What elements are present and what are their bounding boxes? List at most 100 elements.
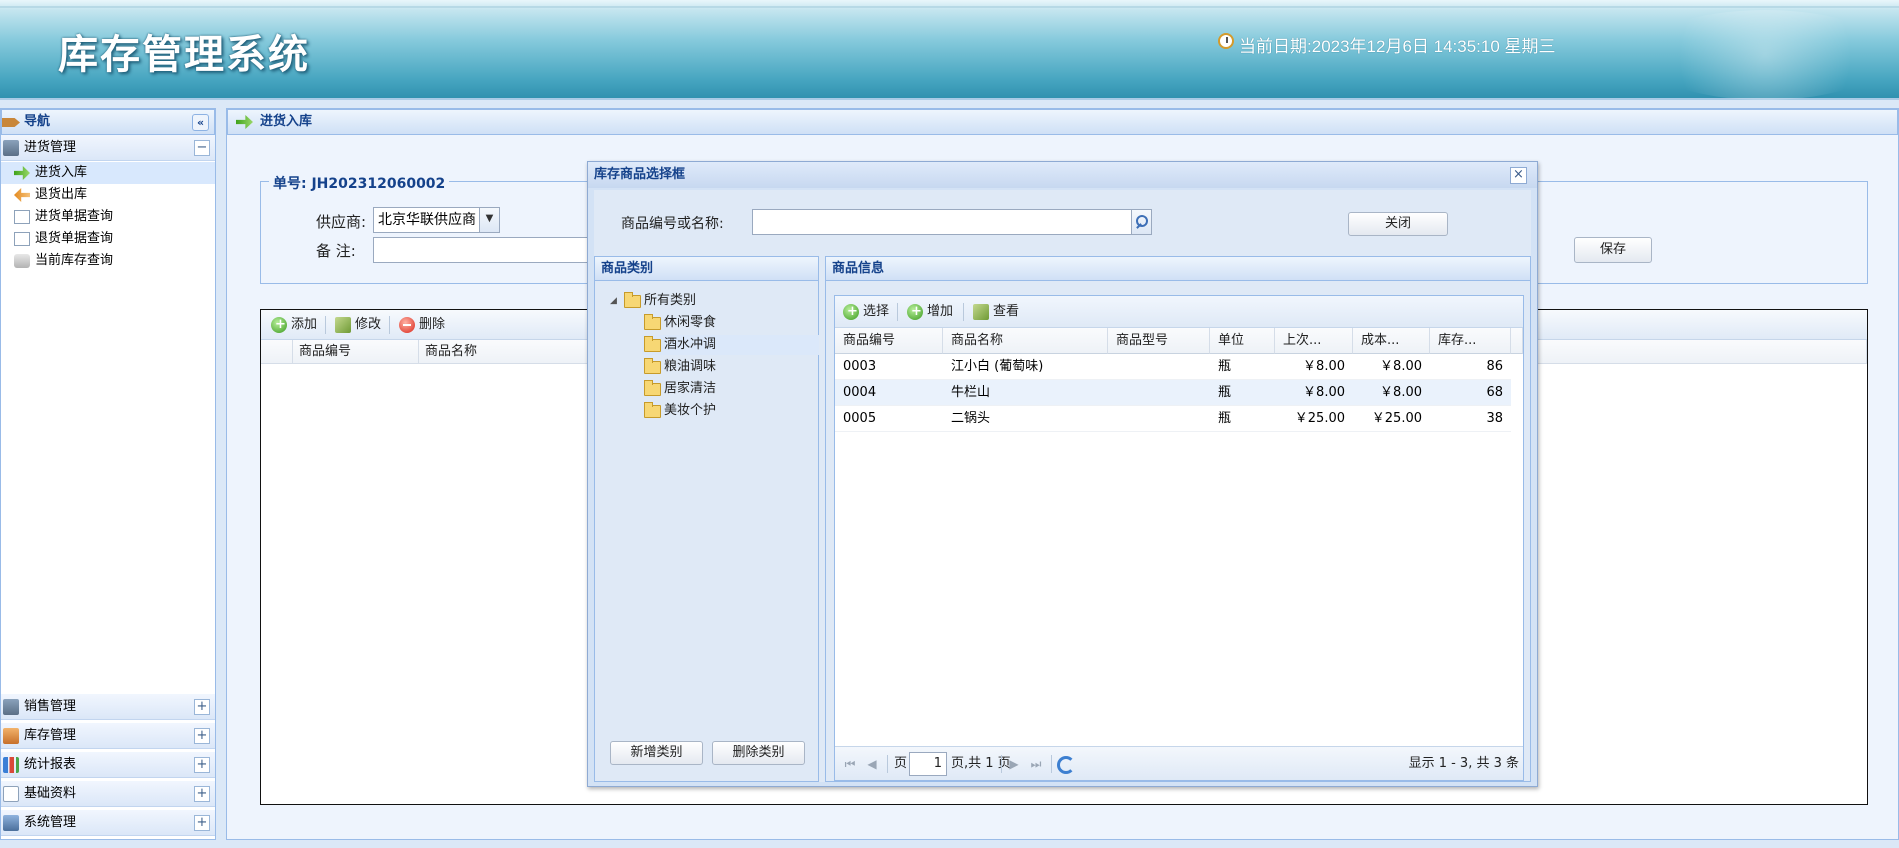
collapse-sidebar-button[interactable]: « xyxy=(192,114,209,131)
supplier-select[interactable]: 北京华联供应商 ▼ xyxy=(373,207,500,233)
column-header[interactable]: 商品型号 xyxy=(1108,328,1210,354)
refresh-icon[interactable] xyxy=(1057,756,1075,774)
dialog-close-button[interactable]: 关闭 xyxy=(1348,212,1448,236)
nav-item-stock-query[interactable]: 当前库存查询 xyxy=(1,250,215,272)
nav-group-purchase[interactable]: 进货管理 − xyxy=(1,135,215,161)
folder-open-icon xyxy=(624,292,641,308)
tree-node-label: 休闲零食 xyxy=(664,315,717,330)
goods-unit: 瓶 xyxy=(1218,385,1232,400)
supplier-value: 北京华联供应商 xyxy=(378,212,476,228)
add-label: 添加 xyxy=(291,317,318,332)
header-filler xyxy=(1511,328,1523,354)
goods-model xyxy=(1108,406,1210,432)
select-button[interactable]: 选择 xyxy=(841,303,889,321)
select-icon xyxy=(843,303,859,321)
app-header: 库存管理系统 当前日期:2023年12月6日 14:35:10 星期三 xyxy=(0,0,1899,100)
column-header[interactable]: 商品编号 xyxy=(835,328,943,354)
delete-icon xyxy=(399,317,415,333)
expand-group-button[interactable]: + xyxy=(194,786,210,802)
nav-group-label: 基础资料 xyxy=(24,786,77,801)
nav-group-sales[interactable]: 销售管理 + xyxy=(1,694,215,720)
column-header[interactable]: 成本... xyxy=(1353,328,1430,354)
sales-icon xyxy=(3,699,19,715)
column-header[interactable]: 商品名称 xyxy=(943,328,1108,354)
nav-group-basic-data[interactable]: 基础资料 + xyxy=(1,781,215,807)
tree-node-category[interactable]: 休闲零食 xyxy=(642,313,716,333)
goods-name: 牛栏山 xyxy=(951,385,991,400)
delete-button[interactable]: 删除 xyxy=(397,316,445,334)
row-number-header xyxy=(261,340,293,364)
remark-label: 备 注: xyxy=(316,242,356,260)
expand-group-button[interactable]: + xyxy=(194,728,210,744)
nav-item-return-query[interactable]: 退货单据查询 xyxy=(1,228,215,250)
column-header[interactable]: 上次... xyxy=(1275,328,1353,354)
first-page-icon[interactable]: ⏮ xyxy=(843,757,857,771)
collapse-group-button[interactable]: − xyxy=(194,140,210,156)
delete-category-button[interactable]: 删除类别 xyxy=(712,741,805,765)
tree-expand-icon[interactable]: ◢ xyxy=(610,291,617,311)
folder-icon xyxy=(644,358,661,374)
expand-group-button[interactable]: + xyxy=(194,757,210,773)
category-panel: 商品类别 ◢ 所有类别 休闲零食 酒水冲调 粮油调味 居家清洁 美妆个护 新增类… xyxy=(594,256,819,782)
column-header[interactable]: 商品编号 xyxy=(293,340,419,364)
table-row[interactable]: 0005 二锅头 瓶 ￥25.00 ￥25.00 38 xyxy=(835,406,1511,432)
add-button[interactable]: 添加 xyxy=(269,316,317,334)
nav-sidebar: 导航 « 进货管理 − 进货入库 退货出库 进货单据查询 退货单据查询 当前库存… xyxy=(0,108,216,840)
last-price: ￥8.00 xyxy=(1303,385,1345,400)
remark-input[interactable] xyxy=(373,237,615,263)
nav-item-return-out[interactable]: 退货出库 xyxy=(1,184,215,206)
tree-node-category[interactable]: 酒水冲调 xyxy=(642,335,819,355)
expand-group-button[interactable]: + xyxy=(194,815,210,831)
edit-label: 修改 xyxy=(355,317,382,332)
nav-group-system[interactable]: 系统管理 + xyxy=(1,810,215,836)
prev-page-icon[interactable]: ◀ xyxy=(865,757,879,771)
next-page-icon[interactable]: ▶ xyxy=(1007,757,1021,771)
add-category-button[interactable]: 新增类别 xyxy=(610,741,703,765)
dialog-body: 商品编号或名称: 关闭 商品类别 ◢ 所有类别 休闲零食 酒水冲调 粮油调味 居… xyxy=(594,190,1531,782)
search-icon[interactable] xyxy=(1132,209,1152,235)
view-button[interactable]: 查看 xyxy=(971,303,1019,321)
add-goods-button[interactable]: 增加 xyxy=(905,303,953,321)
nav-group-reports[interactable]: 统计报表 + xyxy=(1,752,215,778)
nav-item-label: 当前库存查询 xyxy=(35,253,114,268)
table-row[interactable]: 0003 江小白 (葡萄味) 瓶 ￥8.00 ￥8.00 86 xyxy=(835,354,1511,380)
goods-code: 0004 xyxy=(843,385,877,400)
document-search-icon xyxy=(14,210,30,224)
tree-node-root[interactable]: ◢ 所有类别 xyxy=(610,291,696,311)
page-number-input[interactable]: 1 xyxy=(909,752,947,776)
pager-separator xyxy=(887,755,888,773)
chevron-down-icon[interactable]: ▼ xyxy=(479,208,499,232)
signpost-icon xyxy=(2,118,20,127)
tree-node-category[interactable]: 美妆个护 xyxy=(642,401,716,421)
arrow-in-icon xyxy=(236,115,253,129)
tab-title: 进货入库 xyxy=(260,114,313,129)
nav-group-label: 系统管理 xyxy=(24,815,77,830)
current-date: 当前日期:2023年12月6日 14:35:10 星期三 xyxy=(1218,32,1556,57)
nav-item-purchase-query[interactable]: 进货单据查询 xyxy=(1,206,215,228)
column-header[interactable]: 库存... xyxy=(1430,328,1511,354)
nav-item-label: 进货单据查询 xyxy=(35,209,114,224)
goods-search-input[interactable] xyxy=(752,209,1132,235)
delete-label: 删除 xyxy=(419,317,446,332)
last-price: ￥8.00 xyxy=(1303,359,1345,374)
select-label: 选择 xyxy=(863,304,890,319)
last-price: ￥25.00 xyxy=(1294,411,1345,426)
tab-purchase-in[interactable]: 进货入库 xyxy=(227,109,1898,135)
column-header[interactable]: 单位 xyxy=(1210,328,1275,354)
close-icon[interactable]: × xyxy=(1510,167,1527,184)
nav-group-inventory[interactable]: 库存管理 + xyxy=(1,723,215,749)
edit-button[interactable]: 修改 xyxy=(333,316,381,334)
tree-node-category[interactable]: 粮油调味 xyxy=(642,357,716,377)
last-page-icon[interactable]: ⏭ xyxy=(1029,757,1043,771)
globe-decoration xyxy=(1640,10,1890,100)
tree-node-label: 居家清洁 xyxy=(664,381,717,396)
stock-qty: 38 xyxy=(1486,411,1503,426)
nav-item-purchase-in[interactable]: 进货入库 xyxy=(1,162,215,184)
save-button[interactable]: 保存 xyxy=(1574,237,1652,263)
table-row[interactable]: 0004 牛栏山 瓶 ￥8.00 ￥8.00 68 xyxy=(835,380,1511,406)
nav-item-label: 退货单据查询 xyxy=(35,231,114,246)
tree-node-category[interactable]: 居家清洁 xyxy=(642,379,716,399)
goods-toolbar: 选择 增加 查看 xyxy=(835,296,1523,328)
expand-group-button[interactable]: + xyxy=(194,699,210,715)
add-icon xyxy=(271,316,287,334)
